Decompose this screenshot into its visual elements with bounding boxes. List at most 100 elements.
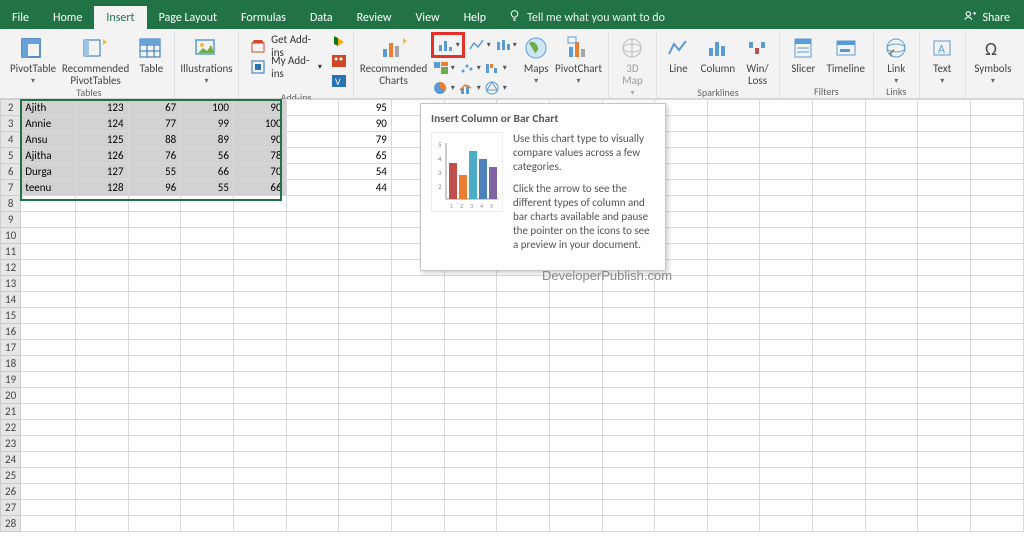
cell[interactable] <box>655 420 708 436</box>
cell[interactable] <box>233 324 286 340</box>
row-header[interactable]: 27 <box>1 500 21 516</box>
cell[interactable] <box>813 388 866 404</box>
row-header[interactable]: 23 <box>1 436 21 452</box>
sparkline-column-button[interactable]: Column <box>698 32 738 75</box>
cell[interactable] <box>813 308 866 324</box>
cell[interactable] <box>971 388 1024 404</box>
cell[interactable]: 78 <box>233 148 286 164</box>
cell[interactable] <box>918 276 971 292</box>
cell[interactable] <box>655 516 708 532</box>
row-header[interactable]: 13 <box>1 276 21 292</box>
cell[interactable]: teenu <box>21 180 76 196</box>
cell[interactable] <box>707 356 760 372</box>
cell[interactable] <box>391 276 444 292</box>
cell[interactable] <box>813 212 866 228</box>
cell[interactable] <box>339 404 392 420</box>
cell[interactable] <box>75 356 128 372</box>
cell[interactable] <box>75 340 128 356</box>
cell[interactable] <box>391 324 444 340</box>
cell[interactable] <box>813 452 866 468</box>
tab-home[interactable]: Home <box>41 6 94 29</box>
cell[interactable] <box>444 420 497 436</box>
cell[interactable] <box>128 420 181 436</box>
cell[interactable] <box>760 324 813 340</box>
cell[interactable] <box>971 212 1024 228</box>
row-header[interactable]: 28 <box>1 516 21 532</box>
cell[interactable] <box>233 452 286 468</box>
cell[interactable] <box>339 372 392 388</box>
cell[interactable] <box>339 340 392 356</box>
cell[interactable] <box>918 468 971 484</box>
row-header[interactable]: 4 <box>1 132 21 148</box>
cell[interactable] <box>21 212 76 228</box>
cell[interactable] <box>286 388 339 404</box>
cell[interactable] <box>181 212 234 228</box>
cell[interactable] <box>918 180 971 196</box>
cell[interactable] <box>128 404 181 420</box>
sparkline-winloss-button[interactable]: Win/ Loss <box>742 32 773 87</box>
cell[interactable]: 89 <box>181 132 234 148</box>
cell[interactable] <box>602 324 655 340</box>
cell[interactable] <box>918 484 971 500</box>
cell[interactable]: 88 <box>128 132 181 148</box>
cell[interactable] <box>75 404 128 420</box>
cell[interactable] <box>181 356 234 372</box>
cell[interactable] <box>971 468 1024 484</box>
cell[interactable] <box>286 292 339 308</box>
cell[interactable] <box>655 452 708 468</box>
cell[interactable] <box>286 452 339 468</box>
cell[interactable] <box>707 500 760 516</box>
cell[interactable]: 124 <box>75 116 128 132</box>
cell[interactable] <box>918 116 971 132</box>
cell[interactable] <box>181 516 234 532</box>
row-header[interactable]: 26 <box>1 484 21 500</box>
cell[interactable] <box>128 276 181 292</box>
row-header[interactable]: 19 <box>1 372 21 388</box>
cell[interactable] <box>233 500 286 516</box>
cell[interactable]: 95 <box>339 100 392 116</box>
row-header[interactable]: 6 <box>1 164 21 180</box>
cell[interactable] <box>865 196 918 212</box>
cell[interactable] <box>760 148 813 164</box>
cell[interactable] <box>444 484 497 500</box>
cell[interactable] <box>444 388 497 404</box>
cell[interactable] <box>128 356 181 372</box>
cell[interactable] <box>339 324 392 340</box>
cell[interactable] <box>444 436 497 452</box>
cell[interactable] <box>602 356 655 372</box>
cell[interactable] <box>918 244 971 260</box>
cell[interactable] <box>21 420 76 436</box>
tab-formulas[interactable]: Formulas <box>229 6 298 29</box>
cell[interactable] <box>865 420 918 436</box>
cell[interactable] <box>75 260 128 276</box>
cell[interactable] <box>233 484 286 500</box>
cell[interactable] <box>918 292 971 308</box>
cell[interactable] <box>971 148 1024 164</box>
cell[interactable] <box>813 132 866 148</box>
cell[interactable] <box>444 340 497 356</box>
cell[interactable] <box>602 484 655 500</box>
cell[interactable]: 65 <box>339 148 392 164</box>
cell[interactable]: 90 <box>233 132 286 148</box>
cell[interactable] <box>918 372 971 388</box>
cell[interactable] <box>549 516 602 532</box>
cell[interactable] <box>760 388 813 404</box>
tab-help[interactable]: Help <box>452 6 499 29</box>
cell[interactable] <box>865 292 918 308</box>
cell[interactable] <box>918 196 971 212</box>
cell[interactable] <box>707 516 760 532</box>
row-header[interactable]: 21 <box>1 404 21 420</box>
cell[interactable] <box>549 340 602 356</box>
cell[interactable] <box>813 260 866 276</box>
cell[interactable] <box>391 292 444 308</box>
cell[interactable] <box>918 132 971 148</box>
cell[interactable] <box>497 404 550 420</box>
cell[interactable] <box>971 132 1024 148</box>
cell[interactable] <box>181 340 234 356</box>
cell[interactable] <box>813 116 866 132</box>
cell[interactable]: 67 <box>128 100 181 116</box>
sparkline-line-button[interactable]: Line <box>663 32 694 75</box>
row-header[interactable]: 15 <box>1 308 21 324</box>
cell[interactable] <box>971 420 1024 436</box>
collapse-ribbon-button[interactable]: ⮍ <box>1012 99 1021 104</box>
